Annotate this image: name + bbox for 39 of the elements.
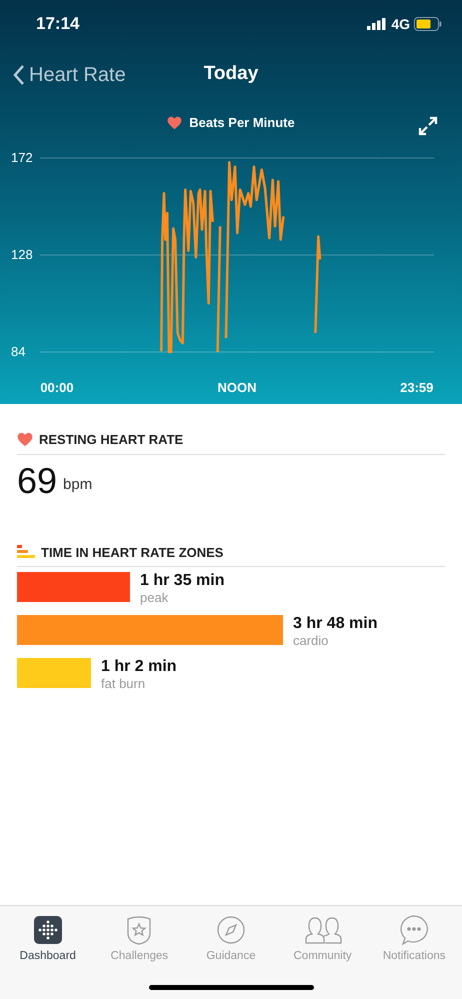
tab-bar-item[interactable]: Dashboard xyxy=(2,914,93,966)
section-heading: TIME IN HEART RATE ZONES xyxy=(41,544,224,562)
heart-icon xyxy=(17,432,33,448)
heart-icon xyxy=(167,116,182,130)
axis-label: 84 xyxy=(11,344,26,359)
people-icon xyxy=(304,916,342,944)
tab-bar-item[interactable]: Challenges xyxy=(94,914,184,966)
axis-label: 23:59 xyxy=(400,379,434,397)
chevron-left-icon xyxy=(13,64,25,86)
tab-bar-item[interactable]: Community xyxy=(278,914,368,966)
back-button[interactable]: Heart Rate xyxy=(13,60,126,90)
chart-legend: Beats Per Minute xyxy=(189,112,295,132)
axis-label: NOON xyxy=(218,379,256,397)
compass-icon xyxy=(216,916,245,944)
tab-bar-item[interactable]: Guidance xyxy=(186,914,276,966)
clock-time: 17:14 xyxy=(36,13,80,36)
dots-logo-icon xyxy=(34,916,62,944)
zone-label: fat burn xyxy=(101,676,146,691)
axis-label: 00:00 xyxy=(40,379,74,397)
zone-duration: 1 hr 2 min xyxy=(101,658,177,676)
section-heading: RESTING HEART RATE xyxy=(39,431,184,449)
star-shield-icon xyxy=(125,914,154,944)
zones-bars-icon xyxy=(17,545,35,560)
speech-bubble-icon xyxy=(399,914,430,944)
battery-icon xyxy=(414,17,442,31)
expand-button[interactable] xyxy=(418,116,438,136)
expand-icon xyxy=(418,116,438,136)
axis-label: 128 xyxy=(11,247,33,262)
axis-label: 172 xyxy=(11,150,33,165)
zone-duration: 1 hr 35 min xyxy=(140,572,224,590)
unit-label: bpm xyxy=(63,475,92,495)
resting-heart-rate-value: 69 xyxy=(17,458,58,502)
signal-icon xyxy=(367,18,388,30)
zone-duration: 3 hr 48 min xyxy=(293,615,378,633)
zone-label: cardio xyxy=(293,633,330,648)
zone-label: peak xyxy=(140,590,170,605)
network-label: 4G xyxy=(391,14,410,34)
tab-bar-item[interactable]: Notifications xyxy=(369,914,460,966)
screen-title: Today xyxy=(204,62,258,86)
